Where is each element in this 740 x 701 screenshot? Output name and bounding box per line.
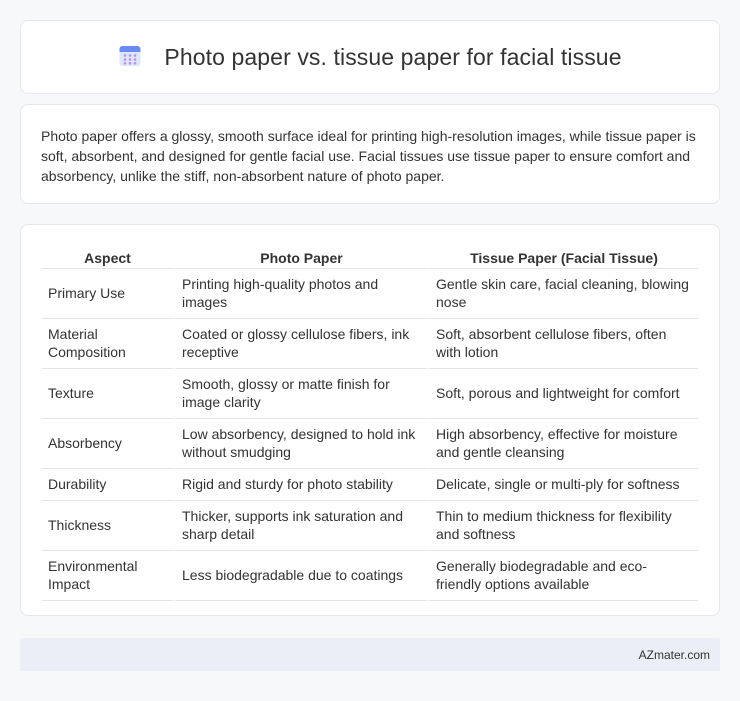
row-tissue-value: Gentle skin care, facial cleaning, blowi…: [427, 269, 698, 319]
row-photo-value: Less biodegradable due to coatings: [173, 551, 427, 601]
row-tissue-value: Soft, absorbent cellulose fibers, often …: [427, 319, 698, 369]
row-aspect: Material Composition: [42, 319, 173, 369]
table-row: Primary Use Printing high-quality photos…: [42, 269, 698, 319]
row-aspect: Thickness: [42, 501, 173, 551]
row-aspect: Durability: [42, 469, 173, 501]
footer-site-name: AZmater.com: [638, 647, 710, 662]
title-card: Photo paper vs. tissue paper for facial …: [20, 20, 720, 94]
table-row: Texture Smooth, glossy or matte finish f…: [42, 369, 698, 419]
footer-bar: AZmater.com: [20, 638, 720, 671]
table-row: Environmental Impact Less biodegradable …: [42, 551, 698, 601]
comparison-card: Aspect Photo Paper Tissue Paper (Facial …: [20, 224, 720, 616]
row-tissue-value: Thin to medium thickness for flexibility…: [427, 501, 698, 551]
row-photo-value: Thicker, supports ink saturation and sha…: [173, 501, 427, 551]
table-row: Absorbency Low absorbency, designed to h…: [42, 419, 698, 469]
row-aspect: Environmental Impact: [42, 551, 173, 601]
header-aspect: Aspect: [42, 245, 173, 269]
row-photo-value: Printing high-quality photos and images: [173, 269, 427, 319]
table-row: Durability Rigid and sturdy for photo st…: [42, 469, 698, 501]
row-tissue-value: Delicate, single or multi-ply for softne…: [427, 469, 698, 501]
row-photo-value: Low absorbency, designed to hold ink wit…: [173, 419, 427, 469]
row-tissue-value: Generally biodegradable and eco-friendly…: [427, 551, 698, 601]
table-header-row: Aspect Photo Paper Tissue Paper (Facial …: [42, 245, 698, 269]
row-photo-value: Smooth, glossy or matte finish for image…: [173, 369, 427, 419]
row-aspect: Primary Use: [42, 269, 173, 319]
intro-paragraph: Photo paper offers a glossy, smooth surf…: [41, 128, 696, 184]
row-tissue-value: High absorbency, effective for moisture …: [427, 419, 698, 469]
header-photo-paper: Photo Paper: [173, 245, 427, 269]
table-row: Thickness Thicker, supports ink saturati…: [42, 501, 698, 551]
comparison-table: Aspect Photo Paper Tissue Paper (Facial …: [42, 245, 698, 601]
page-title: Photo paper vs. tissue paper for facial …: [164, 43, 622, 70]
row-aspect: Absorbency: [42, 419, 173, 469]
table-row: Material Composition Coated or glossy ce…: [42, 319, 698, 369]
row-tissue-value: Soft, porous and lightweight for comfort: [427, 369, 698, 419]
calendar-grid-icon: [119, 46, 141, 66]
row-photo-value: Coated or glossy cellulose fibers, ink r…: [173, 319, 427, 369]
row-photo-value: Rigid and sturdy for photo stability: [173, 469, 427, 501]
intro-card: Photo paper offers a glossy, smooth surf…: [20, 104, 720, 204]
header-tissue-paper: Tissue Paper (Facial Tissue): [427, 245, 698, 269]
row-aspect: Texture: [42, 369, 173, 419]
